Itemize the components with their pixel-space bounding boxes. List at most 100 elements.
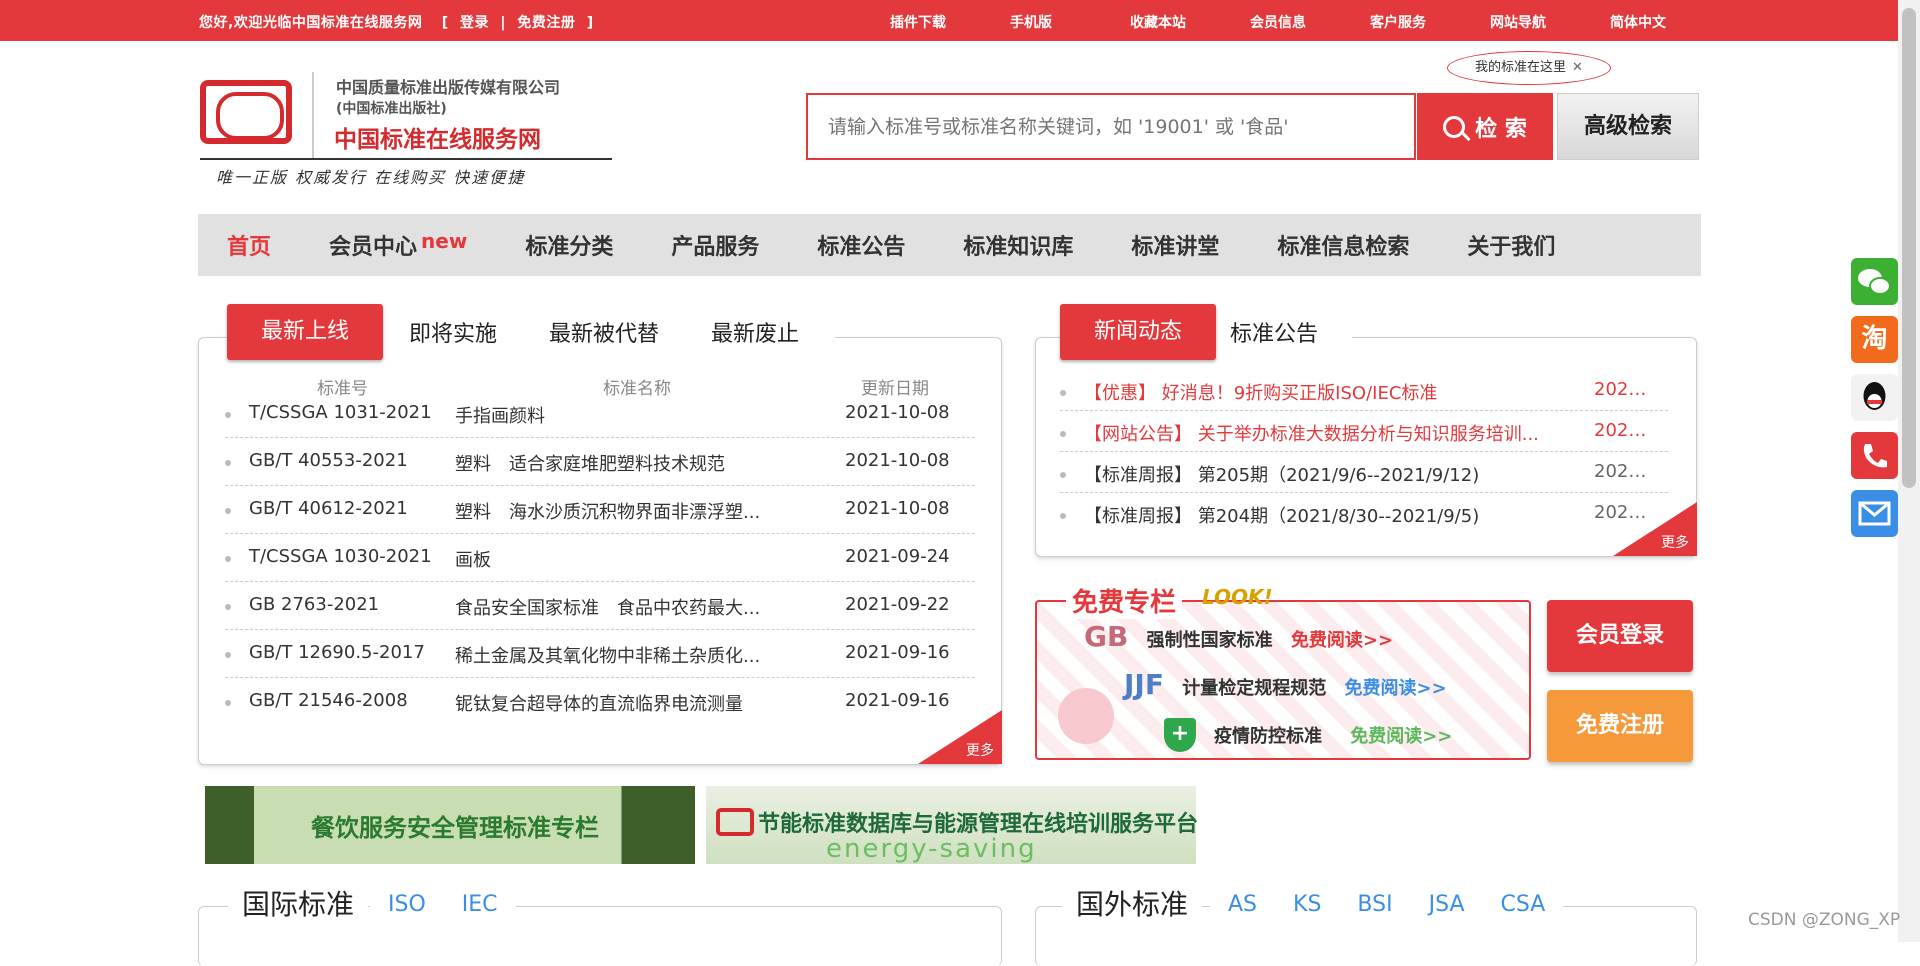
mail-icon[interactable] (1851, 490, 1898, 537)
taobao-icon[interactable]: 淘 (1851, 316, 1898, 363)
site-logo-mark[interactable] (200, 80, 292, 144)
register-link[interactable]: 免费注册 (517, 15, 575, 31)
nav-announcements[interactable]: 标准公告 (788, 229, 934, 261)
separator: | (500, 15, 506, 31)
standard-code[interactable]: GB/T 21546-2008 (249, 690, 469, 711)
nav-lectures[interactable]: 标准讲堂 (1102, 229, 1248, 261)
tab-as[interactable]: AS (1210, 892, 1275, 917)
nav-home[interactable]: 首页 (198, 229, 300, 261)
free-read-link[interactable]: 免费阅读>> (1350, 726, 1452, 747)
table-row[interactable]: GB/T 40553-2021 塑料 适合家庭堆肥塑料技术规范 2021-10-… (225, 438, 975, 486)
page-scrollbar[interactable] (1898, 0, 1920, 942)
tab-iec[interactable]: IEC (444, 892, 516, 917)
bullet (1060, 431, 1066, 437)
tab-jsa[interactable]: JSA (1411, 892, 1483, 917)
table-row[interactable]: GB/T 21546-2008 铌钛复合超导体的直流临界电流测量 2021-09… (225, 678, 975, 726)
news-item[interactable]: 【优惠】 好消息！9折购买正版ISO/IEC标准 2020... (1060, 370, 1668, 411)
standard-code[interactable]: T/CSSGA 1030-2021 (249, 546, 469, 567)
nav-info-search[interactable]: 标准信息检索 (1248, 229, 1438, 261)
login-link[interactable]: 登录 (460, 15, 489, 31)
free-register-button[interactable]: 免费注册 (1547, 690, 1693, 762)
language-link[interactable]: 简体中文 (1610, 12, 1730, 32)
news-panel: 【优惠】 好消息！9折购买正版ISO/IEC标准 2020... 【网站公告】 … (1035, 337, 1697, 557)
news-item[interactable]: 【网站公告】 关于举办标准大数据分析与知识服务培训... 2021... (1060, 411, 1668, 452)
close-icon[interactable]: ✕ (1572, 60, 1583, 75)
qq-icon[interactable] (1851, 374, 1898, 421)
search-button-label: 检 索 (1475, 116, 1527, 142)
nav-member-center[interactable]: 会员中心 new (300, 229, 496, 261)
customer-service-link[interactable]: 客户服务 (1370, 12, 1490, 32)
nav-about[interactable]: 关于我们 (1438, 229, 1584, 261)
plugin-download-link[interactable]: 插件下载 (890, 12, 1010, 32)
tab-standard-announcements[interactable]: 标准公告 (1216, 316, 1332, 348)
more-button[interactable]: 更多 (1613, 502, 1697, 556)
standard-name[interactable]: 画板 (455, 546, 775, 572)
table-row[interactable]: GB 2763-2021 食品安全国家标准 食品中农药最大... 2021-09… (225, 582, 975, 630)
table-row[interactable]: T/CSSGA 1030-2021 画板 2021-09-24 (225, 534, 975, 582)
mobile-link[interactable]: 手机版 (1010, 12, 1130, 32)
nav-products[interactable]: 产品服务 (642, 229, 788, 261)
advanced-search-button[interactable]: 高级检索 (1557, 93, 1699, 160)
table-row[interactable]: GB/T 12690.5-2017 稀土金属及其氧化物中非稀土杂质化... 20… (225, 630, 975, 678)
standard-code[interactable]: GB/T 40612-2021 (249, 498, 469, 519)
tab-bsi[interactable]: BSI (1339, 892, 1410, 917)
more-button[interactable]: 更多 (918, 710, 1002, 764)
news-item[interactable]: 【标准周报】 第204期（2021/8/30--2021/9/5) 2021..… (1060, 493, 1668, 534)
logo-site-name[interactable]: 中国标准在线服务网 (334, 120, 541, 154)
free-read-link[interactable]: 免费阅读>> (1345, 678, 1447, 699)
news-title[interactable]: 【标准周报】 第204期（2021/8/30--2021/9/5) (1084, 502, 1554, 528)
thumbs-up-icon (1058, 688, 1114, 744)
update-date: 2021-10-08 (845, 498, 950, 519)
tab-latest-online[interactable]: 最新上线 (227, 304, 384, 360)
nav-categories[interactable]: 标准分类 (496, 229, 642, 261)
phone-icon[interactable] (1851, 432, 1898, 479)
standard-name[interactable]: 手指画颜料 (455, 402, 775, 428)
nav-knowledge-base[interactable]: 标准知识库 (934, 229, 1102, 261)
free-read-link[interactable]: 免费阅读>> (1291, 630, 1393, 651)
wechat-icon[interactable] (1851, 258, 1898, 305)
search-button[interactable]: 检 索 (1417, 93, 1553, 160)
site-nav-link[interactable]: 网站导航 (1490, 12, 1610, 32)
tab-csa[interactable]: CSA (1483, 892, 1564, 917)
standard-code[interactable]: GB 2763-2021 (249, 594, 469, 615)
free-epidemic-line[interactable]: 疫情防控标准 免费阅读>> (1214, 722, 1452, 748)
free-jjf-line[interactable]: JJF 计量检定规程规范 免费阅读>> (1124, 668, 1447, 701)
tab-abolished[interactable]: 最新废止 (685, 316, 825, 348)
standard-name[interactable]: 塑料 海水沙质沉积物界面非漂浮塑... (455, 498, 775, 524)
free-gb-line[interactable]: GB 强制性国家标准 免费阅读>> (1084, 620, 1393, 653)
news-item[interactable]: 【标准周报】 第205期（2021/9/6--2021/9/12) 2021..… (1060, 452, 1668, 493)
table-row[interactable]: GB/T 40612-2021 塑料 海水沙质沉积物界面非漂浮塑... 2021… (225, 486, 975, 534)
energy-banner[interactable]: 节能标准数据库与能源管理在线培训服务平台 energy-saving (706, 786, 1198, 864)
tab-news[interactable]: 新闻动态 (1060, 304, 1217, 360)
news-title[interactable]: 【优惠】 好消息！9折购买正版ISO/IEC标准 (1084, 379, 1554, 405)
bookmark-link[interactable]: 收藏本站 (1130, 12, 1250, 32)
standard-code[interactable]: GB/T 40553-2021 (249, 450, 469, 471)
catering-banner-text: 餐饮服务安全管理标准专栏 (311, 814, 599, 842)
bullet (225, 604, 231, 610)
standard-name[interactable]: 塑料 适合家庭堆肥塑料技术规范 (455, 450, 775, 476)
welcome-area: 您好,欢迎光临中国标准在线服务网 [ 登录 | 免费注册 ] (199, 12, 594, 32)
news-title[interactable]: 【标准周报】 第205期（2021/9/6--2021/9/12) (1084, 461, 1554, 487)
standard-name[interactable]: 铌钛复合超导体的直流临界电流测量 (455, 690, 775, 716)
member-login-button[interactable]: 会员登录 (1547, 600, 1693, 672)
table-row[interactable]: T/CSSGA 1031-2021 手指画颜料 2021-10-08 (225, 390, 975, 438)
standard-code[interactable]: T/CSSGA 1031-2021 (249, 402, 469, 423)
watermark: CSDN @ZONG_XP (1748, 910, 1901, 930)
news-title[interactable]: 【网站公告】 关于举办标准大数据分析与知识服务培训... (1084, 420, 1554, 446)
search-box (806, 93, 1416, 160)
my-standards-tip[interactable]: 我的标准在这里 ✕ (1447, 51, 1611, 85)
scrollbar-thumb[interactable] (1902, 8, 1916, 488)
search-input[interactable] (808, 95, 1414, 158)
standard-name[interactable]: 食品安全国家标准 食品中农药最大... (455, 594, 775, 620)
member-info-link[interactable]: 会员信息 (1250, 12, 1370, 32)
tab-upcoming[interactable]: 即将实施 (383, 316, 523, 348)
catering-banner[interactable]: 餐饮服务安全管理标准专栏 (205, 786, 695, 864)
energy-logo-icon (716, 808, 754, 836)
energy-banner-subtitle: energy-saving (826, 834, 1037, 864)
update-date: 2021-10-08 (845, 450, 950, 471)
standard-code[interactable]: GB/T 12690.5-2017 (249, 642, 469, 663)
tab-iso[interactable]: ISO (370, 892, 444, 917)
tab-replaced[interactable]: 最新被代替 (523, 316, 685, 348)
tab-ks[interactable]: KS (1275, 892, 1339, 917)
standard-name[interactable]: 稀土金属及其氧化物中非稀土杂质化... (455, 642, 775, 668)
